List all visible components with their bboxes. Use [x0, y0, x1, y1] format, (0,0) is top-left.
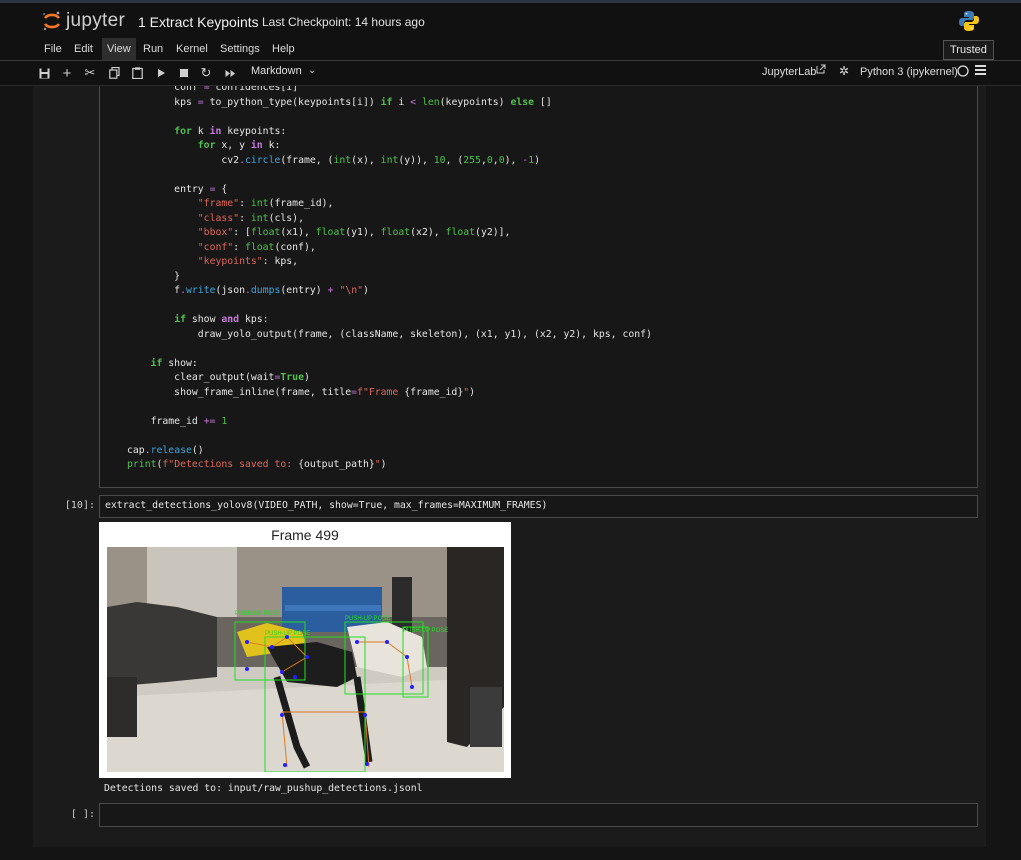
detection-label: PUSH-UP POSE: [265, 631, 310, 637]
code-line: "class": int(cls),: [197, 212, 304, 224]
cell-stdout: Detections saved to: input/raw_pushup_de…: [104, 783, 423, 794]
copy-icon[interactable]: [106, 64, 122, 82]
kernel-name[interactable]: Python 3 (ipykernel): [860, 66, 958, 78]
code-cell-editor[interactable]: extract_detections_yolov8(VIDEO_PATH, sh…: [99, 495, 978, 518]
run-icon[interactable]: [153, 64, 169, 82]
code-line: cv2.circle(frame, (int(x), int(y)), 10, …: [127, 154, 541, 166]
menu-bar: File Edit View Run Kernel Settings Help …: [0, 38, 1021, 61]
notebook-toolbar: + ✂ ↻ Markdown ⌄ JupyterLab ✲ Python 3 (…: [0, 61, 1021, 86]
code-line: for x, y in k:: [197, 140, 281, 151]
external-link-icon[interactable]: [816, 64, 826, 77]
code-source-text: extract_detections_yolov8(VIDEO_PATH, sh…: [105, 500, 548, 511]
code-line: "bbox": [float(x1), float(y1), float(x2)…: [197, 227, 511, 238]
code-line: print(f"Detections saved to: {output_pat…: [127, 459, 387, 470]
jupyterlab-link[interactable]: JupyterLab: [762, 66, 816, 78]
menu-view[interactable]: View: [102, 38, 136, 60]
debugger-icon[interactable]: ✲: [839, 64, 849, 78]
figure-title: Frame 499: [271, 527, 339, 543]
code-line: entry = {: [127, 183, 228, 195]
empty-code-cell-editor[interactable]: [99, 803, 978, 827]
video-frame-image: PUSH-UP POSE PUSH-UP POSE PUSH-UP POSE P…: [107, 547, 504, 772]
output-figure: Frame 499 PUSH-UP POSE PUSH-UP POSE PUSH…: [99, 522, 511, 778]
menu-run[interactable]: Run: [138, 38, 168, 60]
code-line: "frame": int(frame_id),: [197, 198, 334, 209]
stop-icon[interactable]: [176, 64, 192, 82]
code-line: "conf": float(conf),: [197, 241, 316, 253]
restart-icon[interactable]: ↻: [198, 64, 214, 82]
code-line: frame_id += 1: [127, 415, 228, 427]
menu-help[interactable]: Help: [267, 38, 300, 60]
code-line: "keypoints": kps,: [197, 256, 299, 267]
code-line: f.write(json.dumps(entry) + "\n"): [127, 285, 369, 296]
detection-label: PUSH-UP POSE: [235, 611, 280, 617]
code-line: if show:: [150, 357, 198, 369]
menu-file[interactable]: File: [39, 38, 67, 60]
notebook-title[interactable]: 1 Extract Keypoints: [138, 14, 259, 30]
code-line: kps = to_python_type(keypoints[i]) if i …: [127, 96, 552, 108]
code-line: if show and kps:: [174, 314, 269, 325]
code-line: clear_output(wait=True): [127, 372, 310, 383]
code-cell-editor[interactable]: conf = confidences[i] kps = to_python_ty…: [99, 86, 978, 488]
jupyter-logo-text: jupyter: [66, 10, 126, 31]
cut-icon[interactable]: ✂: [82, 64, 98, 82]
code-line: }: [127, 270, 181, 282]
code-line: cap.release(): [127, 444, 204, 456]
menu-kernel[interactable]: Kernel: [171, 38, 213, 60]
menu-edit[interactable]: Edit: [69, 38, 98, 60]
detection-label: PUSH-UP POSE: [345, 616, 390, 622]
code-line: conf = confidences[i]: [127, 86, 299, 93]
kernel-status-icon: [957, 65, 969, 80]
run-all-icon[interactable]: [222, 64, 238, 82]
code-cell-source[interactable]: extract_detections_yolov8(VIDEO_PATH, sh…: [105, 500, 547, 511]
code-cell-source[interactable]: conf = confidences[i] kps = to_python_ty…: [127, 86, 652, 473]
checkpoint-status: Last Checkpoint: 14 hours ago: [262, 15, 425, 29]
paste-icon[interactable]: [129, 64, 145, 82]
add-cell-icon[interactable]: +: [59, 64, 75, 82]
notebook-panel: conf = confidences[i] kps = to_python_ty…: [33, 86, 986, 847]
cell-prompt: [ ]:: [70, 809, 95, 820]
python-logo-icon: [959, 11, 979, 31]
code-line: show_frame_inline(frame, title=f"Frame {…: [127, 386, 476, 398]
cell-prompt: [10]:: [64, 500, 95, 511]
code-line: draw_yolo_output(frame, (className, skel…: [127, 328, 652, 340]
menu-settings[interactable]: Settings: [215, 38, 265, 60]
cell-type-select[interactable]: Markdown: [251, 65, 302, 77]
jupyter-logo[interactable]: jupyter: [42, 9, 125, 33]
menu-lines-icon[interactable]: [975, 65, 986, 78]
app-header: jupyter 1 Extract Keypoints Last Checkpo…: [0, 3, 1021, 38]
detection-label: PUSH-UP POSE: [403, 628, 448, 634]
code-line: for k in keypoints:: [174, 125, 287, 137]
trusted-badge[interactable]: Trusted: [943, 40, 994, 60]
save-icon[interactable]: [36, 64, 52, 82]
jupyter-logo-icon: [43, 11, 61, 31]
chevron-down-icon[interactable]: ⌄: [308, 65, 316, 76]
